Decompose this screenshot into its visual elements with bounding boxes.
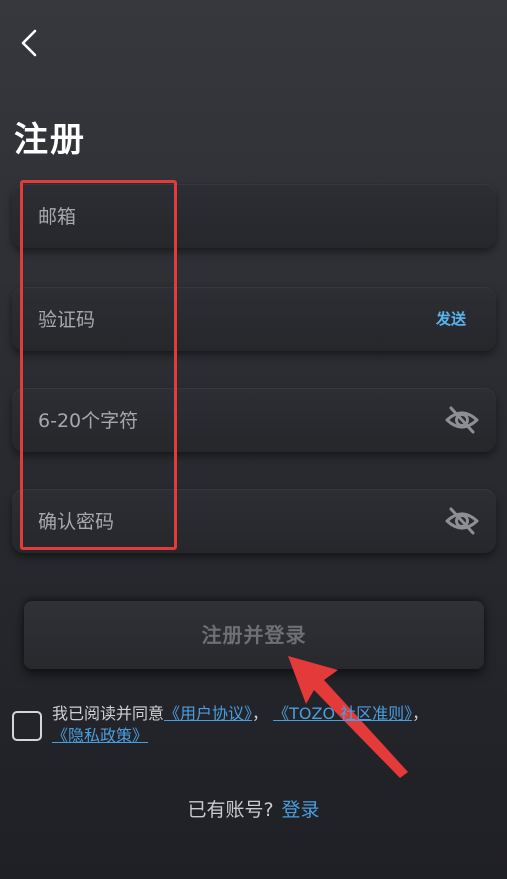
eye-off-icon [445, 507, 479, 535]
verification-code-field[interactable] [36, 287, 420, 353]
agreement-separator: ， [412, 704, 429, 723]
agreement-separator: ， [252, 704, 269, 723]
login-question: 已有账号? [187, 799, 274, 821]
email-field-container [12, 184, 496, 250]
login-prompt: 已有账号? 登录 [0, 795, 507, 822]
agreement-checkbox[interactable] [12, 711, 42, 741]
password-field-container [12, 388, 496, 454]
register-and-login-button[interactable]: 注册并登录 [24, 601, 484, 669]
agreement-prefix: 我已阅读并同意 [52, 704, 165, 723]
send-code-button[interactable]: 发送 [436, 287, 466, 351]
back-button[interactable] [14, 26, 44, 60]
code-field-container: 发送 [12, 287, 496, 353]
email-field[interactable] [36, 184, 420, 250]
confirm-password-field[interactable] [36, 489, 420, 555]
eye-off-icon [445, 406, 479, 434]
community-guidelines-link[interactable]: 《TOZO 社区准则》 [273, 704, 412, 723]
toggle-confirm-visibility[interactable] [444, 505, 480, 537]
confirm-password-field-container [12, 489, 496, 555]
agreement-text: 我已阅读并同意《用户协议》， 《TOZO 社区准则》， 《隐私政策》 [52, 703, 492, 747]
user-agreement-link[interactable]: 《用户协议》 [164, 704, 252, 723]
toggle-password-visibility[interactable] [444, 404, 480, 436]
page-title: 注册 [14, 120, 86, 160]
privacy-policy-link[interactable]: 《隐私政策》 [52, 726, 148, 745]
password-field[interactable] [36, 388, 420, 454]
chevron-left-icon [21, 29, 37, 57]
login-link[interactable]: 登录 [282, 799, 320, 821]
